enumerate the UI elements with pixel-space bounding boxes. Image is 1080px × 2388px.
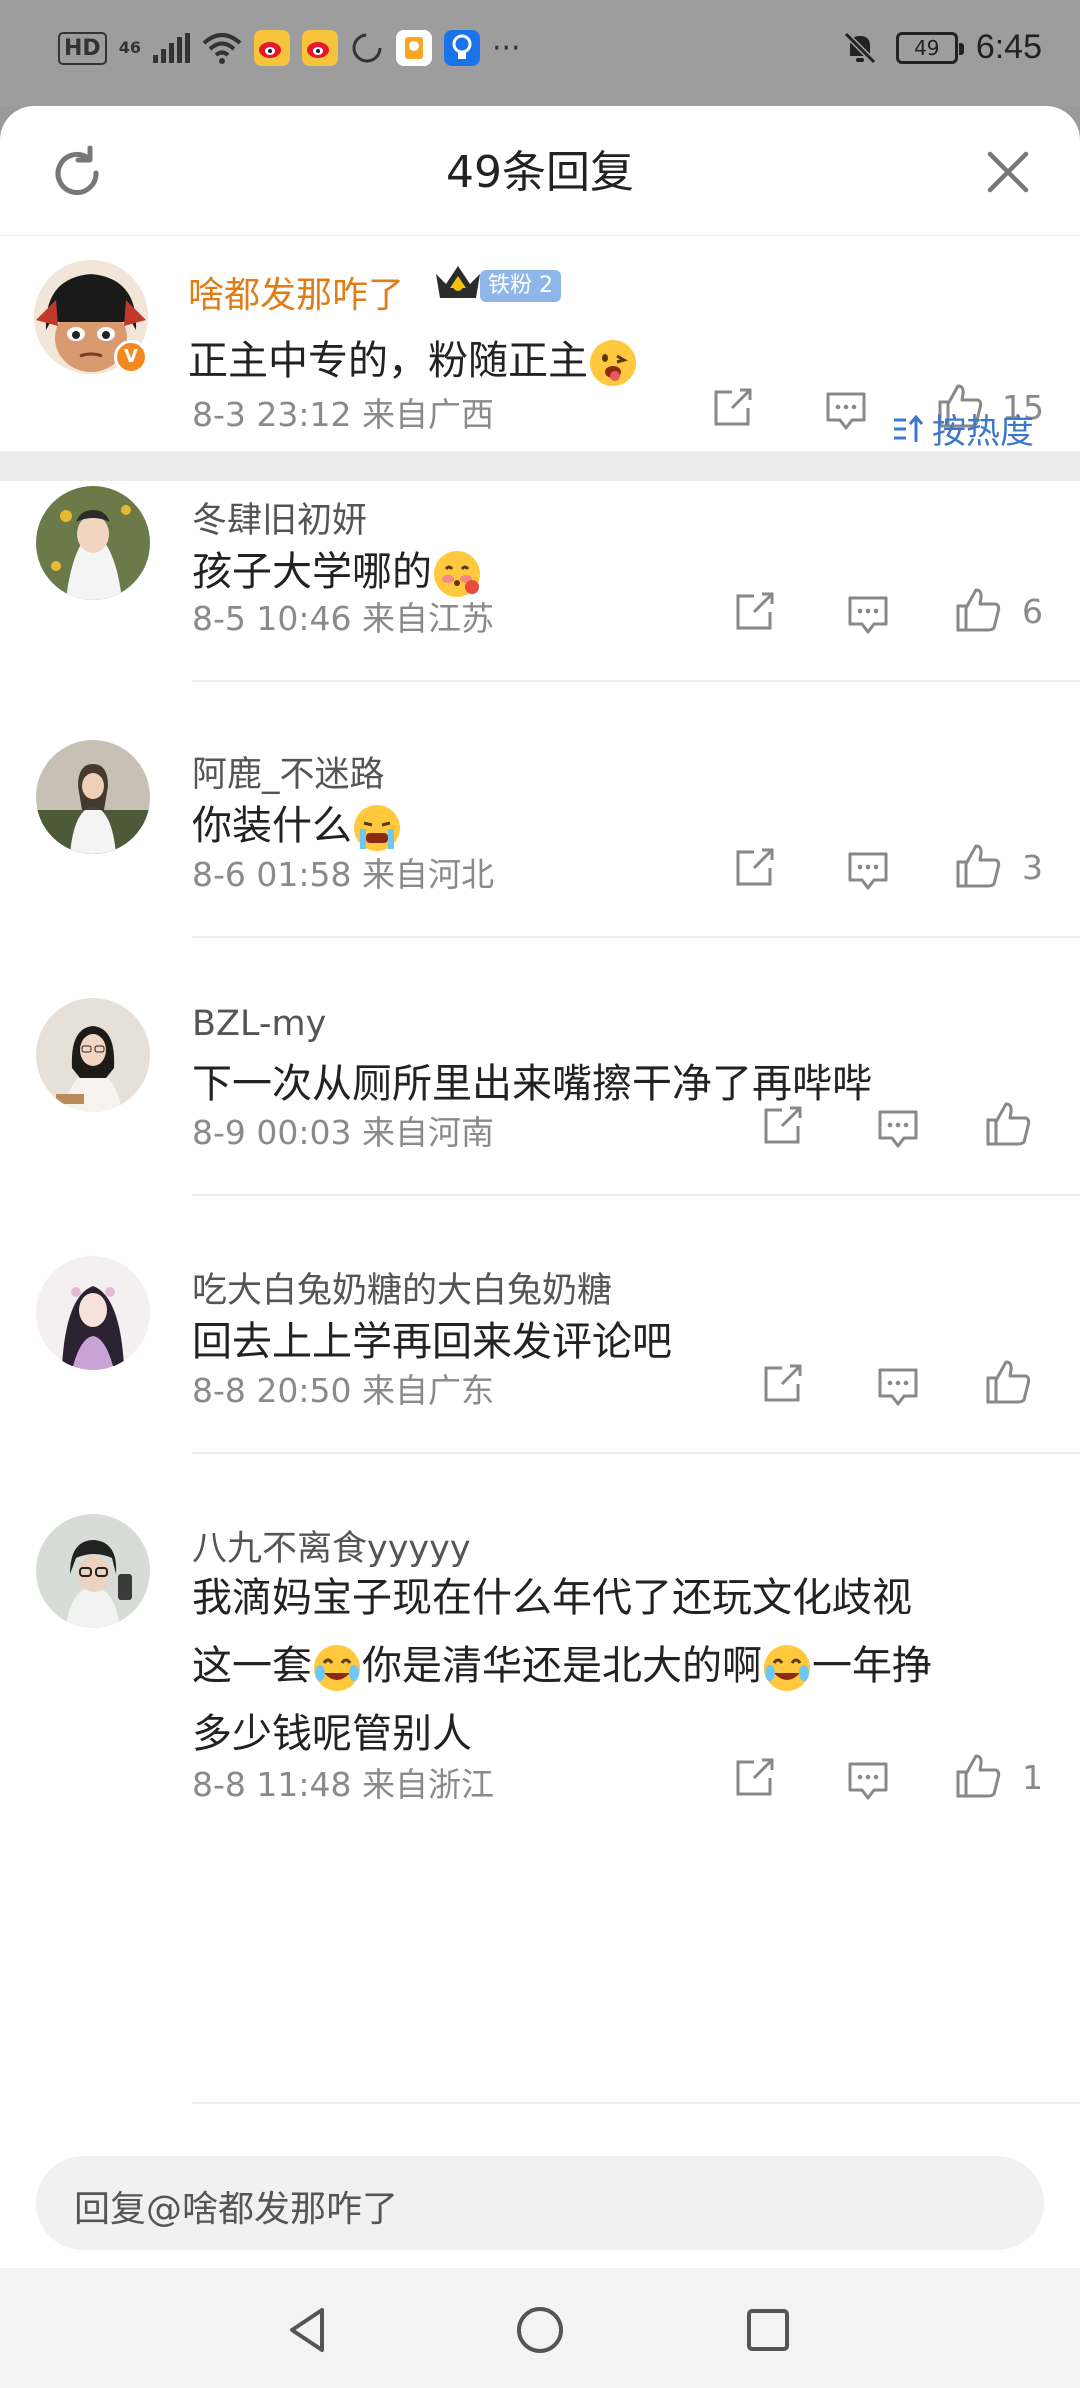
comment-icon[interactable] <box>876 1106 920 1150</box>
like-count: 1 <box>1022 1758 1043 1797</box>
reply-text-line: 我滴妈宝子现在什么年代了还玩文化歧视 <box>192 1575 912 1621</box>
share-icon[interactable] <box>760 1104 804 1148</box>
reply-author[interactable]: BZL-my <box>192 1004 326 1044</box>
comment-icon[interactable] <box>846 1758 890 1802</box>
avatar[interactable] <box>36 1514 150 1628</box>
comment-text-content: 正主中专的，粉随正主 <box>188 338 588 384</box>
avatar[interactable] <box>36 998 150 1112</box>
separator <box>192 680 1080 682</box>
avatar[interactable] <box>36 740 150 854</box>
recents-icon[interactable] <box>738 2300 798 2360</box>
replies-sheet: 49条回复 V 啥都发那咋了 铁粉 2 正主中专的，粉随正主 8-3 23:12… <box>0 106 1080 2388</box>
clock: 6:45 <box>975 28 1042 66</box>
reply-text-line: 孩子大学哪的 <box>192 549 432 595</box>
share-icon[interactable] <box>760 1362 804 1406</box>
comment-text: 正主中专的，粉随正主 <box>188 328 638 388</box>
like-icon[interactable] <box>954 1752 1002 1800</box>
reply-text-segment: 这一套 <box>192 1643 312 1689</box>
sheet-header: 49条回复 <box>0 106 1080 236</box>
mute-bell-icon <box>843 31 876 64</box>
like-icon[interactable] <box>984 1100 1032 1148</box>
laugh-cry-emoji-icon <box>312 1643 362 1693</box>
reply-text-segment: 一年挣 <box>812 1643 932 1689</box>
sort-icon <box>894 414 924 442</box>
reply-text-segment: 你是清华还是北大的啊 <box>362 1643 762 1689</box>
page-title: 49条回复 <box>446 147 634 198</box>
status-bar: HD 46 ··· 49 6:45 <box>0 0 1080 106</box>
signal-icon <box>152 33 190 63</box>
sort-button[interactable]: 按热度 <box>892 404 1034 453</box>
reply-author[interactable]: 阿鹿_不迷路 <box>192 746 385 797</box>
reply-meta-1: 8-5 10:46 来自江苏 <box>192 599 494 638</box>
reply-meta: 8-8 20:50 来自广东 <box>192 1371 494 1410</box>
reply-meta: 8-6 01:58 来自河北 <box>192 855 494 894</box>
home-icon[interactable] <box>510 2300 570 2360</box>
status-right: 49 6:45 <box>842 28 1042 67</box>
like-icon[interactable] <box>954 586 1002 634</box>
like-icon[interactable] <box>984 1358 1032 1406</box>
sort-label: 按热度 <box>932 412 1034 452</box>
verified-badge-icon: V <box>114 340 148 374</box>
share-icon[interactable] <box>732 590 776 634</box>
separator <box>192 1452 1080 1454</box>
crown-icon <box>436 266 480 298</box>
back-icon[interactable] <box>278 2300 338 2360</box>
separator <box>192 1194 1080 1196</box>
comment-icon[interactable] <box>846 592 890 636</box>
avatar[interactable] <box>36 486 150 600</box>
hd-indicator: HD <box>58 31 107 65</box>
reply-input-placeholder: 回复@啥都发那咋了 <box>74 2189 399 2230</box>
share-icon[interactable] <box>732 1756 776 1800</box>
reply-text-line: 你装什么 <box>192 803 352 849</box>
reply-text-line: 这一套 你是清华还是北大的啊 一年挣 <box>192 1632 1022 1700</box>
reply-text: 我滴妈宝子现在什么年代了还玩文化歧视 这一套 你是清华还是北大的啊 一年挣 多少钱呢… <box>192 1564 1022 1768</box>
comment-author[interactable]: 啥都发那咋了 <box>188 266 404 318</box>
more-notifications-icon: ··· <box>491 30 521 66</box>
bulb-app-icon <box>443 30 480 66</box>
share-icon[interactable] <box>710 386 754 430</box>
like-count: 6 <box>1022 592 1043 631</box>
tongue-emoji-icon <box>588 338 638 388</box>
separator <box>192 2102 1080 2104</box>
comment-meta: 8-3 23:12 来自广西 <box>192 395 494 434</box>
reply-input[interactable]: 回复@啥都发那咋了 <box>36 2156 1044 2250</box>
weibo-app-icon <box>253 30 290 66</box>
separator <box>192 936 1080 938</box>
reply-author[interactable]: 吃大白兔奶糖的大白兔奶糖 <box>192 1262 612 1313</box>
shopping-app-icon <box>395 30 432 66</box>
weibo-app-icon-2 <box>301 30 338 66</box>
share-icon[interactable] <box>732 846 776 890</box>
comment-icon[interactable] <box>824 388 868 432</box>
battery-icon: 49 <box>895 31 964 64</box>
status-left: HD 46 ··· <box>58 30 521 66</box>
system-navigation-bar <box>0 2268 1080 2388</box>
comment-icon[interactable] <box>876 1364 920 1408</box>
close-icon[interactable] <box>984 148 1032 196</box>
crying-emoji-icon <box>352 803 402 853</box>
reply-author[interactable]: 冬肆旧初妍 <box>192 492 367 543</box>
fan-badge: 铁粉 2 <box>480 270 561 302</box>
wifi-icon <box>202 33 242 64</box>
avatar[interactable] <box>36 1256 150 1370</box>
comment-icon[interactable] <box>846 848 890 892</box>
reply-meta: 8-8 11:48 来自浙江 <box>192 1765 494 1804</box>
reply-meta: 8-9 00:03 来自河南 <box>192 1113 494 1152</box>
like-icon[interactable] <box>954 842 1002 890</box>
loading-icon <box>352 33 382 63</box>
like-count: 3 <box>1022 848 1043 887</box>
laugh-cry-emoji-icon <box>762 1643 812 1693</box>
network-type: 46 <box>118 38 141 57</box>
section-divider <box>0 451 1080 481</box>
